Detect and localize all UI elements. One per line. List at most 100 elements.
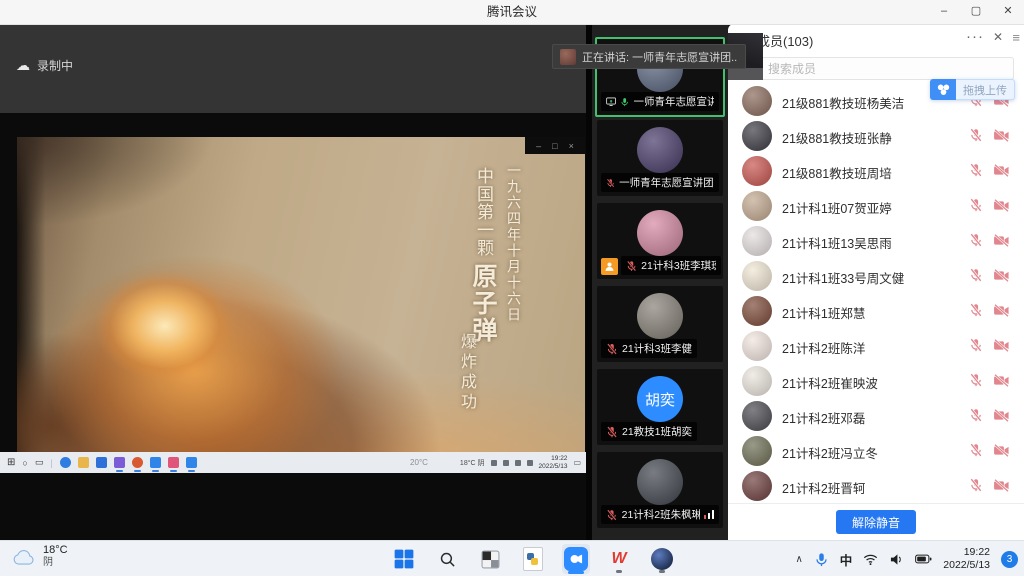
mic-off-icon [969, 198, 983, 212]
shared-start-icon: ⊞ [7, 457, 15, 468]
video-tile[interactable]: 21计科3班李健 [597, 286, 723, 362]
video-maximize-icon: □ [552, 141, 557, 151]
shared-folder-icon [78, 457, 89, 468]
member-avatar [742, 436, 772, 466]
member-row[interactable]: 21计科2班陈洋 [728, 329, 1024, 364]
meeting-main-area: ☁ 录制中 – □ × 一九六四年十月十六日 中国第一颗原子弹 爆炸成功 [0, 24, 1024, 540]
mic-off-icon [969, 408, 983, 422]
host-taskbar: 18°C 阴 W [0, 540, 1024, 576]
task-view-button[interactable] [476, 544, 504, 574]
shared-video-app-icon [150, 457, 161, 468]
wps-office-button[interactable]: W [605, 544, 633, 574]
start-button[interactable] [390, 544, 418, 574]
recording-label: 录制中 [37, 57, 73, 74]
window-title: 腾讯会议 [0, 0, 1024, 24]
member-row[interactable]: 21计科2班冯立冬 [728, 434, 1024, 469]
member-avatar [742, 366, 772, 396]
speaking-toast: 正在讲话: 一师青年志愿宣讲团... [552, 44, 746, 69]
shared-app-orange-icon [132, 457, 143, 468]
weak-signal-icon [704, 510, 715, 519]
search-icon [439, 551, 456, 568]
browser-app-button[interactable] [648, 544, 676, 574]
member-row[interactable]: 21计科1班13吴思雨 [728, 224, 1024, 259]
taskbar-search-button[interactable] [433, 544, 461, 574]
video-caption-success: 爆炸成功 [455, 333, 479, 413]
member-row[interactable]: 21级881教技班张静 [728, 119, 1024, 154]
member-name: 21级881教技班张静 [782, 128, 892, 147]
camera-off-icon [993, 339, 1010, 352]
drag-upload-widget[interactable]: 拖拽上传 [930, 79, 1015, 100]
member-avatar [742, 401, 772, 431]
tencent-meeting-taskbar-button[interactable] [562, 544, 590, 574]
search-input[interactable] [766, 61, 970, 77]
restore-button[interactable]: ▢ [960, 0, 992, 24]
battery-icon[interactable] [915, 554, 932, 564]
member-list: 21级881教技班杨美洁 21级881教技班张静 21级881教技班周培 21计… [728, 84, 1024, 504]
member-row[interactable]: 21计科1班郑慧 [728, 294, 1024, 329]
weather-widget[interactable]: 18°C 阴 [12, 544, 68, 569]
cloud-weather-icon [12, 548, 36, 566]
member-row[interactable]: 21计科2班晋轲 [728, 469, 1024, 504]
member-name: 21级881教技班周培 [782, 163, 892, 182]
participant-avatar [637, 293, 683, 339]
member-row[interactable]: 21计科2班邓磊 [728, 399, 1024, 434]
volume-icon[interactable] [889, 553, 904, 566]
clock-date: 2022/5/13 [943, 559, 990, 572]
camera-off-icon [993, 129, 1010, 142]
video-tile[interactable]: 胡奕 21教技1班胡奕 [597, 369, 723, 445]
mic-off-icon [606, 343, 618, 355]
video-tile[interactable]: 一师青年志愿宣讲团计算... [597, 120, 723, 196]
python-file-button[interactable] [519, 544, 547, 574]
shared-weather-widget: 20°C [410, 458, 428, 467]
member-row[interactable]: 21计科1班33号周文健 [728, 259, 1024, 294]
camera-off-icon [993, 409, 1010, 422]
video-close-icon: × [569, 141, 574, 151]
member-name: 21计科2班晋轲 [782, 478, 865, 497]
tray-overflow-chevron-icon[interactable]: ∧ [795, 554, 802, 565]
meeting-stage-background: ☁ 录制中 [0, 24, 592, 113]
panel-close-icon[interactable]: ✕ [993, 30, 1003, 44]
video-tile[interactable]: 21计科2班朱枫琳 [597, 452, 723, 528]
mic-off-icon [626, 260, 637, 272]
member-avatar [742, 331, 772, 361]
taskbar-clock[interactable]: 19:22 2022/5/13 [943, 546, 990, 572]
more-options-icon[interactable]: ··· [966, 28, 984, 45]
python-file-icon [523, 547, 543, 571]
shared-meeting-app-icon [186, 457, 197, 468]
drag-upload-label: 拖拽上传 [956, 79, 1015, 100]
host-role-badge [601, 258, 618, 275]
mic-off-icon [969, 163, 983, 177]
video-minimize-icon: – [536, 141, 541, 151]
unmute-button[interactable]: 解除静音 [836, 510, 916, 534]
member-row[interactable]: 21级881教技班周培 [728, 154, 1024, 189]
shared-edge-icon [60, 457, 71, 468]
notification-badge[interactable]: 3 [1001, 551, 1018, 568]
shared-taskbar-apps: ⊞ ○ ▭ | [0, 457, 197, 468]
member-row[interactable]: 21计科2班崔映波 [728, 364, 1024, 399]
mic-off-icon [969, 233, 983, 247]
shared-app-purple-icon [114, 457, 125, 468]
member-row[interactable]: 21计科1班07贺亚婷 [728, 189, 1024, 224]
ime-indicator[interactable]: 中 [840, 550, 853, 569]
minimize-button[interactable]: – [928, 0, 960, 24]
member-avatar [742, 226, 772, 256]
wifi-icon[interactable] [863, 553, 878, 566]
close-button[interactable]: ✕ [992, 0, 1024, 24]
members-panel-footer: 解除静音 [728, 503, 1024, 540]
participant-avatar [637, 127, 683, 173]
camera-off-icon [993, 269, 1010, 282]
shared-desktop-taskbar: ⊞ ○ ▭ | 20°C 18°C 阴 [0, 452, 586, 473]
tray-mic-icon[interactable] [814, 552, 829, 567]
weather-desc: 阴 [43, 557, 68, 569]
member-avatar [742, 86, 772, 116]
participant-avatar [637, 459, 683, 505]
participant-thumbnail-strip: 一师青年志愿宣讲团... 一师青年志愿宣讲团计算... 21计科3班李琪瑷 [592, 24, 728, 540]
video-caption-date: 一九六四年十月十六日 [503, 163, 523, 323]
video-tile[interactable]: 21计科3班李琪瑷 [597, 203, 723, 279]
member-search-box[interactable] [738, 57, 1014, 80]
weather-temp: 18°C [43, 544, 68, 557]
taskbar-app-icons: W [390, 541, 676, 576]
member-name: 21计科2班冯立冬 [782, 443, 878, 462]
panel-menu-icon[interactable]: ≡ [1012, 30, 1020, 45]
shared-mail-icon [96, 457, 107, 468]
